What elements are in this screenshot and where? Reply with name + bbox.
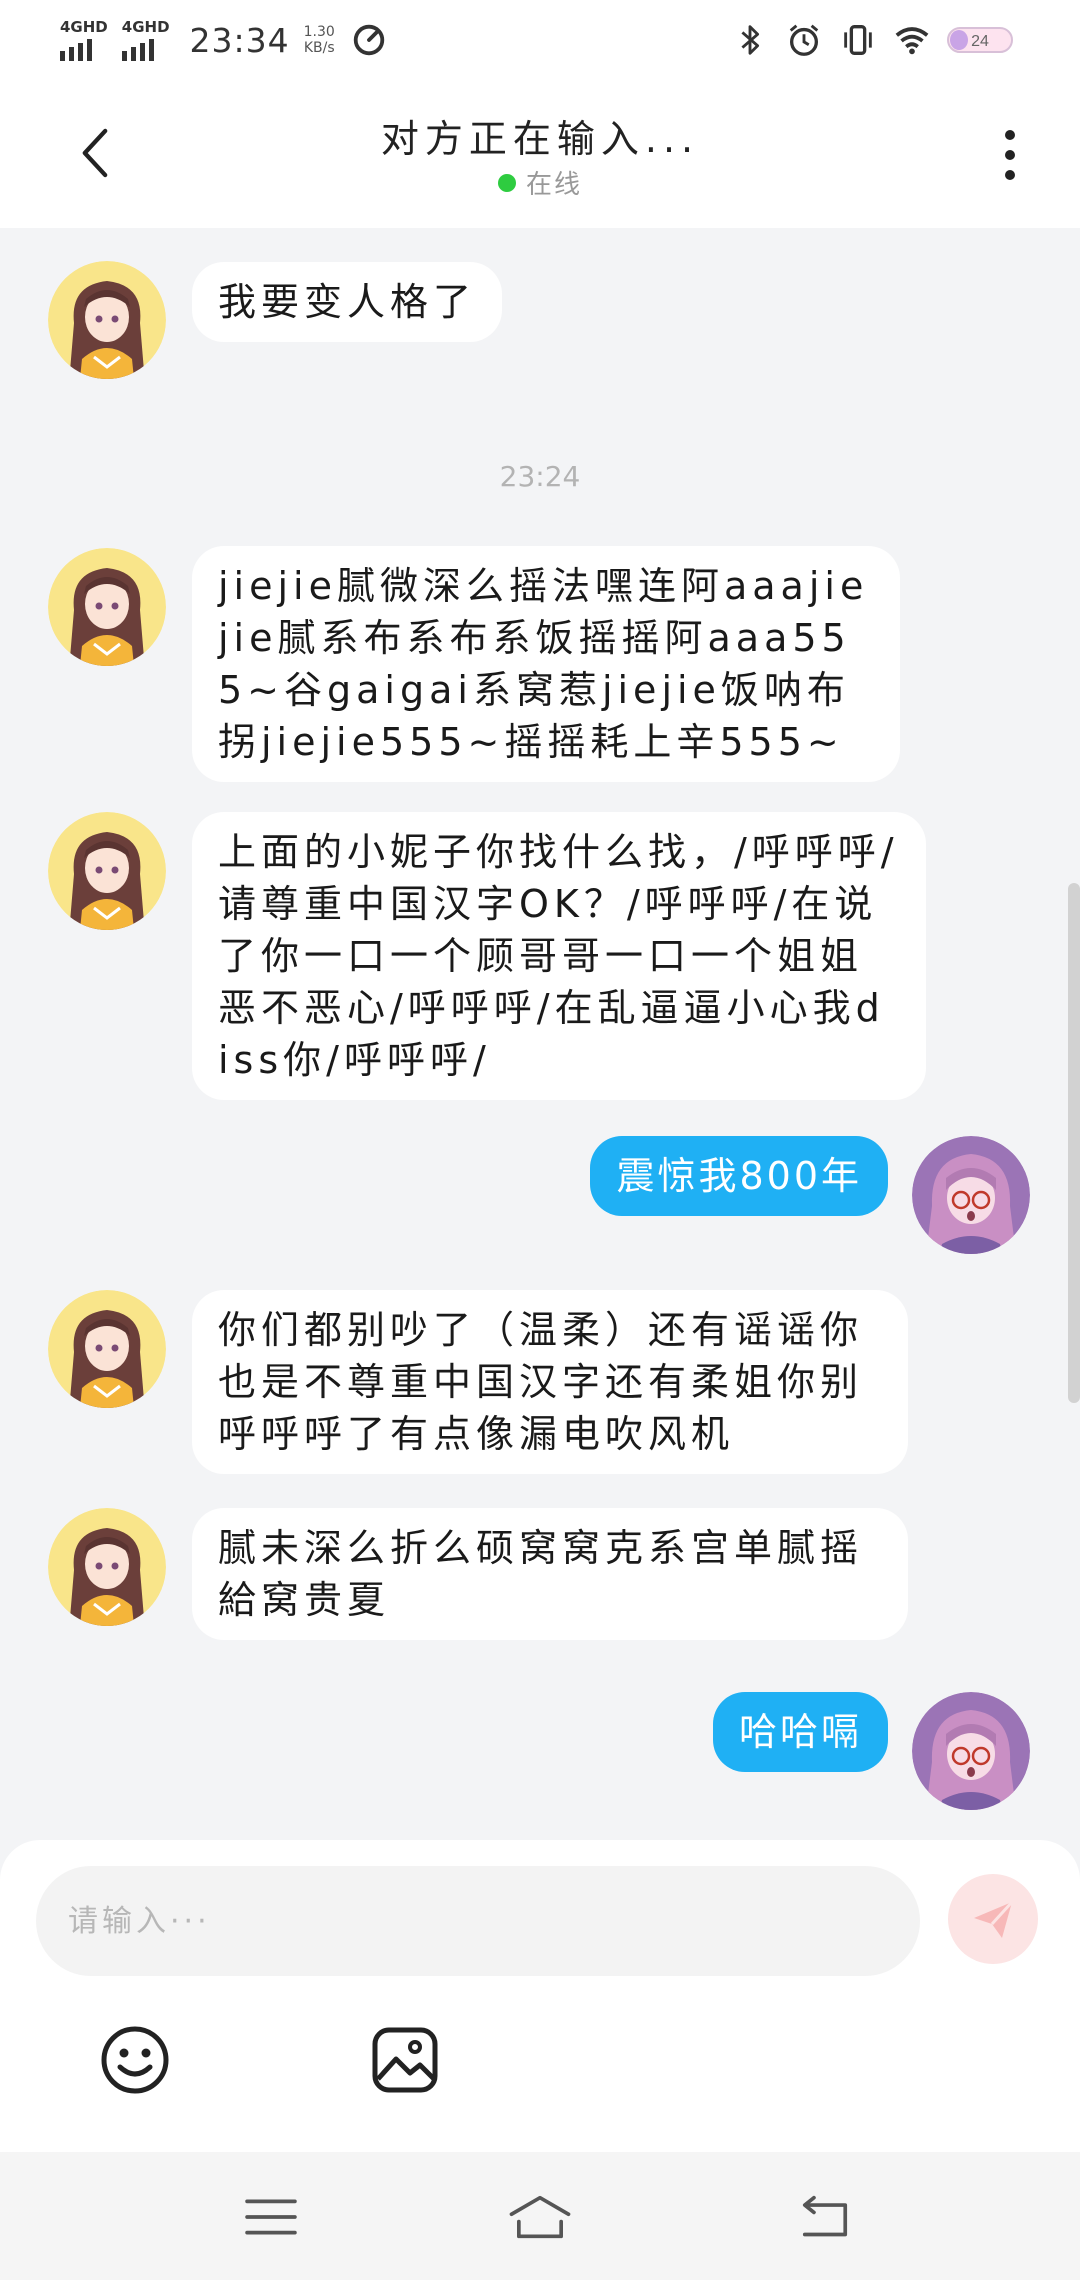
chat-scrollbar[interactable] [1068, 883, 1080, 1403]
smiley-icon [101, 2026, 169, 2094]
chat-header: 对方正在输入... 在线 [0, 80, 1080, 228]
more-dot-icon [1005, 170, 1015, 180]
speedometer-icon [349, 20, 389, 60]
bluetooth-icon [730, 20, 770, 60]
contact-avatar[interactable] [48, 261, 166, 379]
more-dot-icon [1005, 130, 1015, 140]
contact-avatar[interactable] [48, 812, 166, 930]
home-button[interactable] [495, 2182, 585, 2252]
my-avatar[interactable] [912, 1136, 1030, 1254]
received-message-bubble[interactable]: 上面的小妮子你找什么找，/呼呼呼/请尊重中国汉字OK？/呼呼呼/在说了你一口一个… [192, 812, 926, 1100]
message-timestamp: 23:24 [499, 460, 581, 493]
alarm-icon [784, 20, 824, 60]
message-item: 腻未深么折么硕窝窝克系宫单腻摇給窝贵夏 [0, 1508, 1080, 1658]
wifi-icon [892, 20, 932, 60]
online-dot-icon [497, 173, 516, 192]
signal-bars-icon [121, 38, 154, 61]
send-button[interactable] [948, 1874, 1038, 1964]
contact-avatar[interactable] [48, 548, 166, 666]
battery-level: 24 [971, 33, 989, 50]
more-dot-icon [1005, 150, 1015, 160]
menu-icon [245, 2199, 297, 2235]
received-message-bubble[interactable]: jiejie腻微深么摇法嘿连阿aaajiejie腻系布系布系饭摇摇阿aaa555… [192, 546, 900, 782]
more-options-button[interactable] [990, 120, 1030, 190]
signal-bars-icon [60, 38, 92, 61]
message-item: jiejie腻微深么摇法嘿连阿aaajiejie腻系布系布系饭摇摇阿aaa555… [0, 538, 1080, 782]
system-nav-bar [0, 2152, 1080, 2280]
input-panel [0, 1840, 1080, 2152]
network-speed: 1.30 KB/s [304, 24, 335, 56]
home-icon [509, 2195, 571, 2239]
back-nav-button[interactable] [780, 2182, 870, 2252]
status-right: 24 [730, 20, 1022, 60]
received-message-bubble[interactable]: 你们都别吵了（温柔）还有谣谣你也是不尊重中国汉字还有柔姐你别呼呼呼了有点像漏电吹… [192, 1290, 908, 1474]
sent-message-bubble[interactable]: 哈哈嗝 [712, 1692, 888, 1772]
vibrate-icon [838, 20, 878, 60]
network-speed-value: 1.30 [303, 24, 335, 40]
network-speed-unit: KB/s [303, 40, 335, 56]
signal-indicator-2: 4GHD [121, 17, 170, 61]
page-title: 对方正在输入... [380, 117, 700, 161]
chat-message-list[interactable]: 我要变人格了 23:24 jiejie腻微深么摇法嘿连阿aaajiejie腻系布… [0, 228, 1080, 1840]
status-left: 4GHD 4GHD 23:34 1.30 KB/s [60, 17, 389, 61]
contact-avatar[interactable] [48, 1508, 166, 1626]
send-icon [974, 1900, 1014, 1938]
online-status-label: 在线 [525, 170, 582, 200]
received-message-bubble[interactable]: 腻未深么折么硕窝窝克系宫单腻摇給窝贵夏 [192, 1508, 908, 1640]
signal-indicator-1: 4GHD [60, 17, 108, 61]
message-item: 震惊我800年 [0, 1136, 1080, 1266]
received-message-bubble[interactable]: 我要变人格了 [192, 262, 503, 342]
message-item: 我要变人格了 [0, 228, 1080, 379]
return-icon [802, 2195, 848, 2237]
menu-button[interactable] [226, 2182, 316, 2252]
message-input[interactable] [36, 1866, 920, 1976]
image-icon [372, 2027, 438, 2093]
sent-message-bubble[interactable]: 震惊我800年 [590, 1136, 888, 1216]
network-type-label: 4GHD [121, 17, 170, 36]
message-item: 上面的小妮子你找什么找，/呼呼呼/请尊重中国汉字OK？/呼呼呼/在说了你一口一个… [0, 812, 1080, 1102]
status-bar: 4GHD 4GHD 23:34 1.30 KB/s 24 [0, 0, 1080, 80]
battery-icon: 24 [946, 20, 1022, 60]
image-button[interactable] [365, 2020, 445, 2100]
status-time: 23:34 [189, 20, 290, 60]
message-item: 你们都别吵了（温柔）还有谣谣你也是不尊重中国汉字还有柔姐你别呼呼呼了有点像漏电吹… [0, 1290, 1080, 1490]
message-item: 哈哈嗝 [0, 1692, 1080, 1822]
contact-avatar[interactable] [48, 1290, 166, 1408]
emoji-button[interactable] [95, 2020, 175, 2100]
network-type-label: 4GHD [60, 17, 108, 36]
my-avatar[interactable] [912, 1692, 1030, 1810]
online-status: 在线 [0, 164, 1080, 201]
